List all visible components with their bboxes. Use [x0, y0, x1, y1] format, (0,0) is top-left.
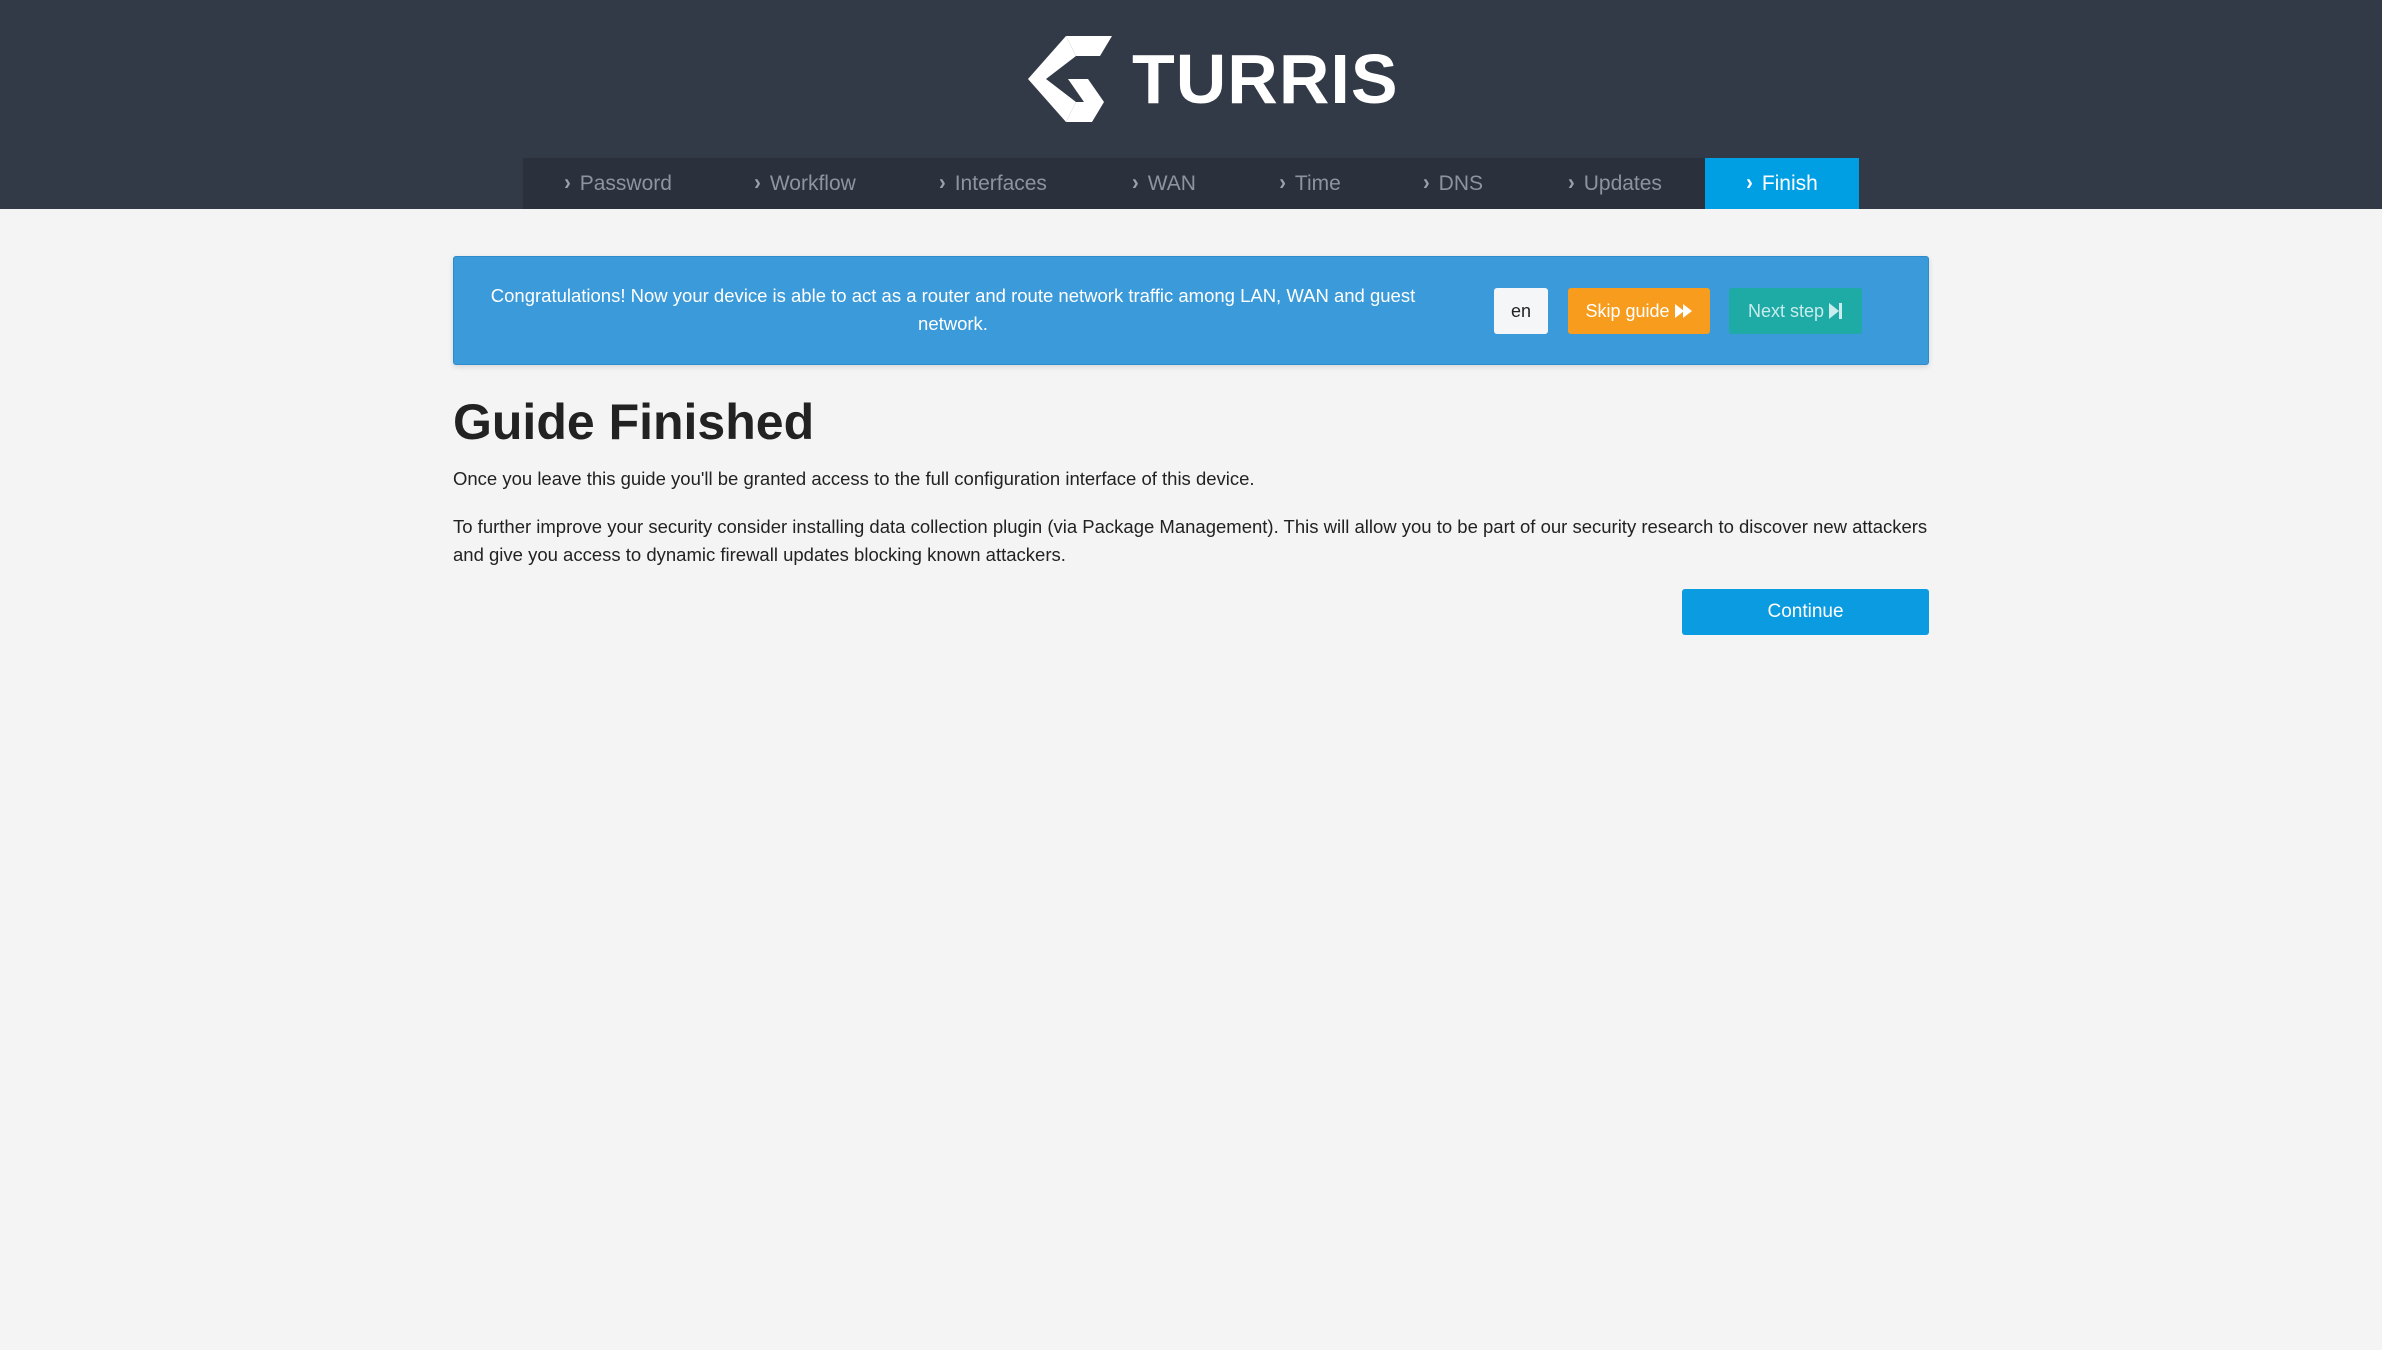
- page-title: Guide Finished: [453, 394, 815, 450]
- tab-label: Finish: [1761, 171, 1818, 195]
- chevron-right-icon: ›: [939, 170, 946, 196]
- chevron-right-icon: ›: [1279, 170, 1286, 196]
- tab-label: Updates: [1583, 171, 1662, 195]
- skip-guide-label: Skip guide: [1585, 300, 1670, 321]
- tab-label: WAN: [1147, 171, 1196, 195]
- logo-text: TURRIS: [1132, 40, 1399, 118]
- step-forward-icon: [1829, 303, 1843, 319]
- turris-logo[interactable]: TURRIS: [1028, 36, 1399, 122]
- tab-label: DNS: [1438, 171, 1483, 195]
- tab-label: Interfaces: [954, 171, 1047, 195]
- tab-label: Time: [1294, 171, 1341, 195]
- chevron-right-icon: ›: [564, 170, 571, 196]
- tab-interfaces[interactable]: › Interfaces: [897, 158, 1089, 209]
- chevron-right-icon: ›: [1746, 170, 1753, 196]
- tab-time[interactable]: › Time: [1239, 158, 1381, 209]
- turris-logo-icon: [1028, 36, 1112, 122]
- tab-label: Workflow: [769, 171, 856, 195]
- security-info-text: To further improve your security conside…: [453, 516, 1928, 565]
- header: TURRIS › Password › Workflow › Interface…: [0, 0, 2382, 209]
- tab-updates[interactable]: › Updates: [1525, 158, 1705, 209]
- continue-button[interactable]: Continue: [1682, 589, 1929, 635]
- chevron-right-icon: ›: [1132, 170, 1139, 196]
- language-button[interactable]: en: [1494, 288, 1548, 334]
- tab-label: Password: [579, 171, 672, 195]
- tab-workflow[interactable]: › Workflow: [713, 158, 897, 209]
- next-step-button[interactable]: Next step: [1729, 288, 1862, 334]
- tab-dns[interactable]: › DNS: [1381, 158, 1525, 209]
- tab-password[interactable]: › Password: [523, 158, 713, 209]
- chevron-right-icon: ›: [1568, 170, 1575, 196]
- skip-guide-button[interactable]: Skip guide: [1568, 288, 1710, 334]
- chevron-right-icon: ›: [754, 170, 761, 196]
- chevron-right-icon: ›: [1422, 170, 1430, 196]
- guide-steps-nav: › Password › Workflow › Interfaces › WAN…: [523, 158, 1859, 209]
- next-step-label: Next step: [1747, 300, 1825, 321]
- banner-message: Congratulations! Now your device is able…: [490, 285, 1416, 334]
- guide-info-text: Once you leave this guide you'll be gran…: [453, 468, 1255, 489]
- tab-wan[interactable]: › WAN: [1089, 158, 1239, 209]
- fast-forward-icon: [1674, 304, 1692, 318]
- tab-finish[interactable]: › Finish: [1705, 158, 1859, 209]
- guide-banner: Congratulations! Now your device is able…: [453, 256, 1929, 365]
